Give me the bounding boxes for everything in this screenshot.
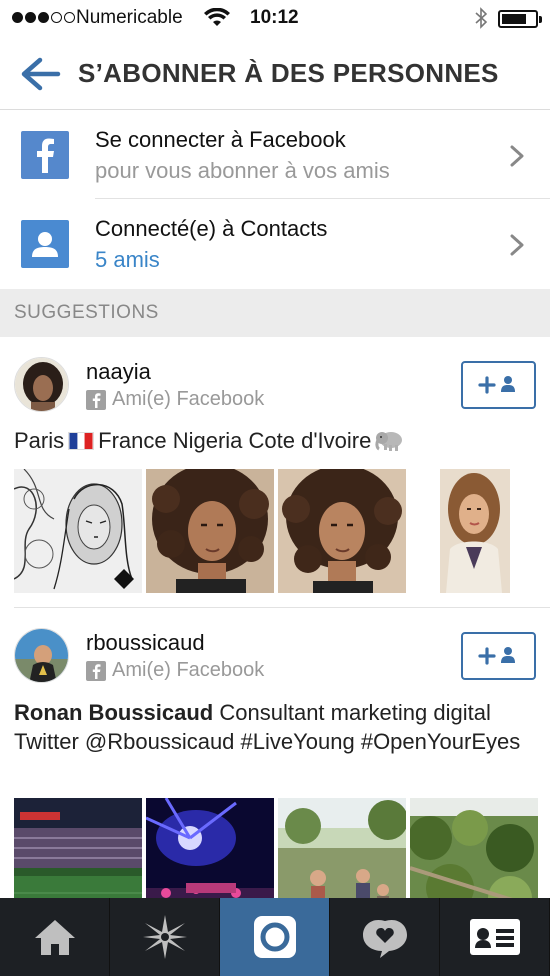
- navigation-header: S’ABONNER À DES PERSONNES: [0, 38, 550, 110]
- bio: Paris France Nigeria Cote d'Ivoire: [14, 426, 534, 455]
- facebook-small-icon: [86, 389, 106, 410]
- photo-thumbnail[interactable]: [410, 469, 538, 593]
- photo-grid: [14, 469, 538, 593]
- arrow-left-icon[interactable]: [18, 54, 62, 94]
- source-line: Ami(e) Facebook: [86, 388, 264, 411]
- france-flag-icon: [68, 432, 95, 450]
- source-label: Ami(e) Facebook: [112, 659, 265, 681]
- suggestions-section-header: SUGGESTIONS: [0, 289, 550, 337]
- bio-location: Paris: [14, 428, 65, 453]
- bio-countries: France Nigeria Cote d'Ivoire: [98, 428, 372, 453]
- explore-star-icon: [142, 915, 187, 959]
- activity-heart-icon: [362, 919, 407, 958]
- suggestions-label: SUGGESTIONS: [14, 302, 159, 323]
- avatar[interactable]: [14, 628, 69, 683]
- page-title: S’ABONNER À DES PERSONNES: [78, 58, 499, 88]
- chevron-right-icon: [510, 234, 524, 256]
- photo-thumbnail[interactable]: [14, 469, 142, 593]
- home-icon: [34, 920, 75, 955]
- username[interactable]: rboussicaud: [86, 630, 205, 656]
- bottom-tab-bar: [0, 898, 550, 976]
- connect-facebook-row[interactable]: Se connecter à Facebook pour vous abonne…: [0, 111, 550, 200]
- source-label: Ami(e) Facebook: [112, 388, 265, 410]
- contacts-icon: [21, 220, 69, 268]
- suggestion-card: naayia Ami(e) Facebook Paris France Niger…: [0, 337, 550, 607]
- username[interactable]: naayia: [86, 359, 151, 385]
- tab-profile[interactable]: [440, 898, 550, 976]
- connect-facebook-title: Se connecter à Facebook: [95, 127, 346, 152]
- camera-icon: [253, 916, 296, 958]
- follow-button[interactable]: [461, 632, 536, 680]
- tab-camera[interactable]: [220, 898, 330, 976]
- suggestion-card: rboussicaud Ami(e) Facebook Ronan Boussi…: [0, 608, 550, 922]
- friends-count-link[interactable]: 5 amis: [95, 247, 160, 273]
- tab-home[interactable]: [0, 898, 110, 976]
- chevron-right-icon: [510, 145, 524, 167]
- connect-contacts-title: Connecté(e) à Contacts: [95, 216, 328, 241]
- status-bar: Numericable 10:12: [0, 0, 550, 38]
- source-line: Ami(e) Facebook: [86, 659, 264, 682]
- photo-thumbnail[interactable]: [146, 469, 274, 593]
- carrier-name: Numericable: [76, 7, 183, 28]
- row-divider: [95, 198, 550, 199]
- facebook-icon: [21, 131, 69, 179]
- elephant-icon: [375, 432, 403, 451]
- facebook-small-icon: [86, 660, 106, 681]
- tab-explore[interactable]: [110, 898, 220, 976]
- avatar[interactable]: [14, 357, 69, 412]
- connect-facebook-subtitle: pour vous abonner à vos amis: [95, 158, 390, 183]
- signal-strength-icon: [12, 12, 75, 23]
- connect-contacts-row[interactable]: Connecté(e) à Contacts 5 amis: [0, 200, 550, 289]
- bio-full-name: Ronan Boussicaud: [14, 700, 214, 725]
- add-user-icon: [478, 647, 515, 665]
- photo-thumbnail[interactable]: [278, 469, 406, 593]
- tab-activity[interactable]: [330, 898, 440, 976]
- clock: 10:12: [250, 7, 299, 28]
- add-user-icon: [478, 376, 515, 394]
- profile-card-icon: [469, 919, 520, 955]
- wifi-icon: [204, 8, 230, 26]
- battery-icon: [498, 10, 542, 28]
- bluetooth-icon: [475, 7, 488, 29]
- bio: Ronan Boussicaud Consultant marketing di…: [14, 698, 534, 756]
- follow-button[interactable]: [461, 361, 536, 409]
